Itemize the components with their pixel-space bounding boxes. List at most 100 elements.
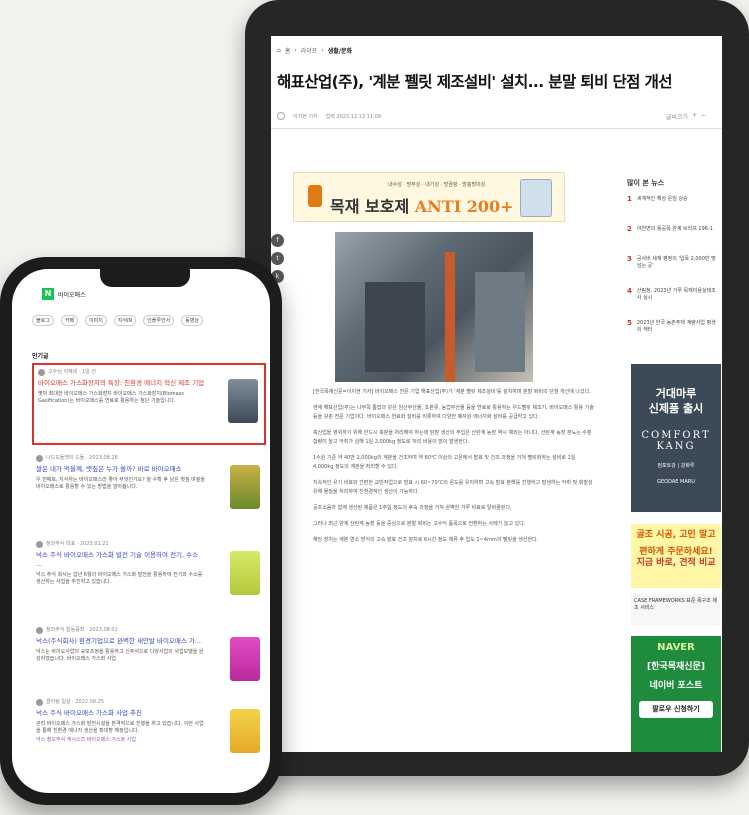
ad-line: 신제품 출시 xyxy=(648,402,704,415)
ad-brand: COMFORT xyxy=(641,430,711,441)
popular-item[interactable]: 1 세계적인 해상 운임 상승 xyxy=(627,196,717,203)
ad-line: 편하게 주문하세요! xyxy=(639,547,713,557)
breadcrumb-life[interactable]: 라이프 xyxy=(301,46,318,55)
post-snippet: 우 번째로, 지식하는 바이오매스라 좋아 무엇인가요? 쌀 수확 후 남은 볏… xyxy=(36,477,205,490)
tab-cafe[interactable]: 카페 xyxy=(60,315,79,326)
breadcrumb-home[interactable]: 홈 xyxy=(285,46,291,55)
ad-line: 네이버 포스트 xyxy=(649,681,703,691)
rank-title: 2023년 한국 농촌주택 계량사업 평생의 캐터 xyxy=(636,320,716,333)
rank-number: 3 xyxy=(627,255,632,263)
avatar xyxy=(38,369,45,376)
article-photo xyxy=(335,232,533,382)
tab-image[interactable]: 이미지 xyxy=(85,315,107,326)
font-plus-icon[interactable]: + xyxy=(692,112,697,121)
avatar xyxy=(36,455,43,462)
tab-kin[interactable]: 지식iN xyxy=(113,315,137,326)
post-title[interactable]: 넉스 주식 바이오매스 가스화 발전 기술 이용하여 전기, 수소 ... xyxy=(36,551,206,569)
naver-n-icon[interactable]: N xyxy=(42,288,54,300)
post-snippet: 넉스 주식 회사는 갑년 6월의 바이오매스 가스화 발전을 활용하여 전기와 … xyxy=(36,572,203,585)
tablet-device: ⌂ 홈 › 라이프 › 생활/문화 해표산업(주), '계분 펠릿 제조설비' 설치… xyxy=(245,0,749,776)
paragraph: 지속적인 유기 비료와 간편한 교반작업으로 발효 시 60~70℃의 온도를 … xyxy=(313,480,593,495)
phone-device: N 바이오매스 블로그 카페 이미지 지식iN 인플루언서 동영상 인기글 고수… xyxy=(0,257,282,805)
paragraph: 축산업을 영위하기 위해 반드시 축분을 처리해야 하는데 닭장 생산의 주입은… xyxy=(313,430,592,445)
rank-title: 산림청, 2023년 가루 목재이용실태조사 실시 xyxy=(636,288,716,301)
list-item[interactable]: 클라링 힘살 · 2022.08.25 넉스 주식 바이오매스 가스화 사업 추… xyxy=(32,695,266,777)
ad-sub: 컴포트강 | 강화루 xyxy=(657,463,695,469)
ad-line: 골조 시공, 고민 말고 xyxy=(636,530,716,540)
list-item[interactable]: 청와주식 합동융좌 · 2023.08.01 넉스(주식회사) 환경기업으로 완… xyxy=(32,623,266,705)
pipe-shape xyxy=(445,252,455,382)
ad-frameworks[interactable]: CASE FRAMEWORKS 표준 목구조 제조 서비스 xyxy=(631,594,721,626)
ad-line: 거대마루 xyxy=(655,387,697,400)
paragraph: 공조소음과 함께 생산된 제품은 1주일 정도의 후숙 과정을 거쳐 완벽한 가… xyxy=(313,505,512,511)
list-item[interactable]: 고수님 지혜네 · 1일 전 바이오매스 가스화장치의 특장: 친환경 에너지 … xyxy=(32,363,266,445)
search-query[interactable]: 바이오매스 xyxy=(58,290,86,299)
tab-blog[interactable]: 블로그 xyxy=(32,315,54,326)
font-size-tools: 글씨크기 + − xyxy=(666,112,706,121)
post-snippet: 넉스는 바이오사업의 규모조정을 활용하고 신주식으로 다양사업의 사업모델을 … xyxy=(36,649,204,662)
tab-influencer[interactable]: 인플루언서 xyxy=(143,315,175,326)
post-thumbnail[interactable] xyxy=(230,551,260,595)
post-thumbnail[interactable] xyxy=(230,465,260,509)
author-name[interactable]: 이지현 기자 xyxy=(293,113,318,120)
font-minus-icon[interactable]: − xyxy=(701,112,706,121)
paragraph: 1수원 기준 약 40만 2,000kg의 계분을 건조하여 약 60℃ 이상의… xyxy=(313,455,576,470)
paragraph: 해당 장치는 계분 연소 방식의 고속 발효 건조 장치로 6시간 정도 체류 … xyxy=(313,537,539,543)
font-size-label: 글씨크기 xyxy=(665,114,688,121)
avatar xyxy=(36,699,43,706)
post-title[interactable]: 바이오매스 가스화장치의 특장: 친환경 에너지 혁신 제조 기업 xyxy=(38,379,208,388)
rank-title: 공사비 세계 평정의 '입목 2,000만 명 넘는 곳' xyxy=(636,256,716,269)
post-thumbnail[interactable] xyxy=(230,637,260,681)
post-title[interactable]: 넉스 주식 바이오매스 가스화 사업 추진 xyxy=(36,709,206,718)
list-item[interactable]: 청와주식 대표 · 2023.01.21 넉스 주식 바이오매스 가스화 발전 … xyxy=(32,537,266,619)
author-avatar-icon xyxy=(277,112,285,120)
post-thumbnail[interactable] xyxy=(230,709,260,753)
breadcrumb-culture[interactable]: 생활/문화 xyxy=(328,46,352,55)
popular-item[interactable]: 4 산림청, 2023년 가루 목재이용실태조사 실시 xyxy=(627,288,717,302)
banner-product: ANTI 200+ xyxy=(414,197,514,216)
product-bucket-image xyxy=(520,179,552,217)
post-source: 청와주식 대표 · 2023.01.21 xyxy=(46,541,109,547)
banner-subtitle: 내수성 · 방부성 · 내기성 · 방곰팡 · 방충방미성 xyxy=(388,182,486,188)
home-icon[interactable]: ⌂ xyxy=(277,47,281,54)
search-tabs: 블로그 카페 이미지 지식iN 인플루언서 동영상 xyxy=(32,315,260,326)
naver-logo: NAVER xyxy=(657,642,695,653)
rank-title: 세계적인 해상 운임 상승 xyxy=(636,196,688,202)
list-item[interactable]: 나드도들백이 드돌 · 2023.08.26 쌀은 내가 먹을께, 볏짚은 누가… xyxy=(32,451,266,533)
post-title[interactable]: 넉스(주식회사) 환경기업으로 완벽한 새만발 바이오매스 가... xyxy=(36,637,206,646)
popular-item[interactable]: 2 이천면의 용공목 관계 브리프 196-1 xyxy=(627,226,717,233)
phone-screen: N 바이오매스 블로그 카페 이미지 지식iN 인플루언서 동영상 인기글 고수… xyxy=(12,269,270,793)
popular-item[interactable]: 5 2023년 한국 농촌주택 계량사업 평생의 캐터 xyxy=(627,320,717,334)
ad-brand: KANG xyxy=(656,441,696,452)
facebook-share-icon[interactable]: f xyxy=(271,234,284,247)
post-source: 나드도들백이 드돌 · 2023.08.26 xyxy=(46,455,118,461)
popular-item[interactable]: 3 공사비 세계 평정의 '입목 2,000만 명 넘는 곳' xyxy=(627,256,717,270)
ad-interior-flooring[interactable]: 거대마루 신제품 출시 COMFORT KANG 컴포트강 | 강화루 GEODAE… xyxy=(631,364,721,512)
post-snippet: 몇미 최대한 바이오매스 가스화장치 바이오매스 가스화장치(Biomass G… xyxy=(38,391,184,404)
post-source: 청와주식 합동융좌 · 2023.08.01 xyxy=(46,627,118,633)
twitter-share-icon[interactable]: t xyxy=(271,252,284,265)
post-title[interactable]: 쌀은 내가 먹을께, 볏짚은 누가 쓸까? 바로 바이오매스 xyxy=(36,465,206,474)
search-bar[interactable]: N 바이오매스 xyxy=(12,283,270,305)
ad-banner-wood-protector[interactable]: 내수성 · 방부성 · 내기성 · 방곰팡 · 방충방미성 목재 보호제 ANT… xyxy=(293,172,565,222)
ad-construction[interactable]: 골조 시공, 고민 말고 편하게 주문하세요! 지금 바로, 견적 비교 xyxy=(631,524,721,588)
rank-title: 이천면의 용공목 관계 브리프 196-1 xyxy=(636,226,713,232)
ad-naver-post[interactable]: NAVER [한국목재신문] 네이버 포스트 팔로우 신청하기 xyxy=(631,636,721,752)
rank-number: 4 xyxy=(627,287,632,295)
breadcrumb: ⌂ 홈 › 라이프 › 생활/문화 xyxy=(277,46,352,55)
article-headline: 해표산업(주), '계분 펠릿 제조설비' 설치... 분말 퇴비 단점 개선 xyxy=(277,73,673,91)
section-title: 인기글 xyxy=(32,353,49,360)
article-body: [한국목재신문=이지현 기자] 바이오매스 전문 기업 해표산업(주)가 '계분… xyxy=(313,388,595,552)
banner-main: 목재 보호제 ANTI 200+ xyxy=(330,193,514,217)
tab-video[interactable]: 동영상 xyxy=(181,315,203,326)
post-source: 고수님 지혜네 · 1일 전 xyxy=(48,369,96,375)
post-snippet: 관리 바이오매스 가스화 발전시설을 본격적으로 진행을 하고 있습니다. 이번… xyxy=(36,721,204,734)
paragraph: 그러나 최근 양계 산란계 농장 등을 중심으로 분말 퇴비는 고수익 품목으로… xyxy=(313,521,526,527)
post-tags[interactable]: 넉스 청오주식 게시스즈 바이오매스 가스화 사업 xyxy=(36,737,262,744)
brand-logo-icon xyxy=(308,185,322,207)
paragraph: 현재 해표산업(주)는 나무쪽 톱밥과 같은 임산부산물, 초본류, 농업부산물… xyxy=(313,405,594,420)
follow-button[interactable]: 팔로우 신청하기 xyxy=(639,701,713,718)
avatar xyxy=(36,541,43,548)
paragraph: [한국목재신문=이지현 기자] 바이오매스 전문 기업 해표산업(주)가 '계분… xyxy=(313,389,591,395)
post-thumbnail[interactable] xyxy=(228,379,258,423)
